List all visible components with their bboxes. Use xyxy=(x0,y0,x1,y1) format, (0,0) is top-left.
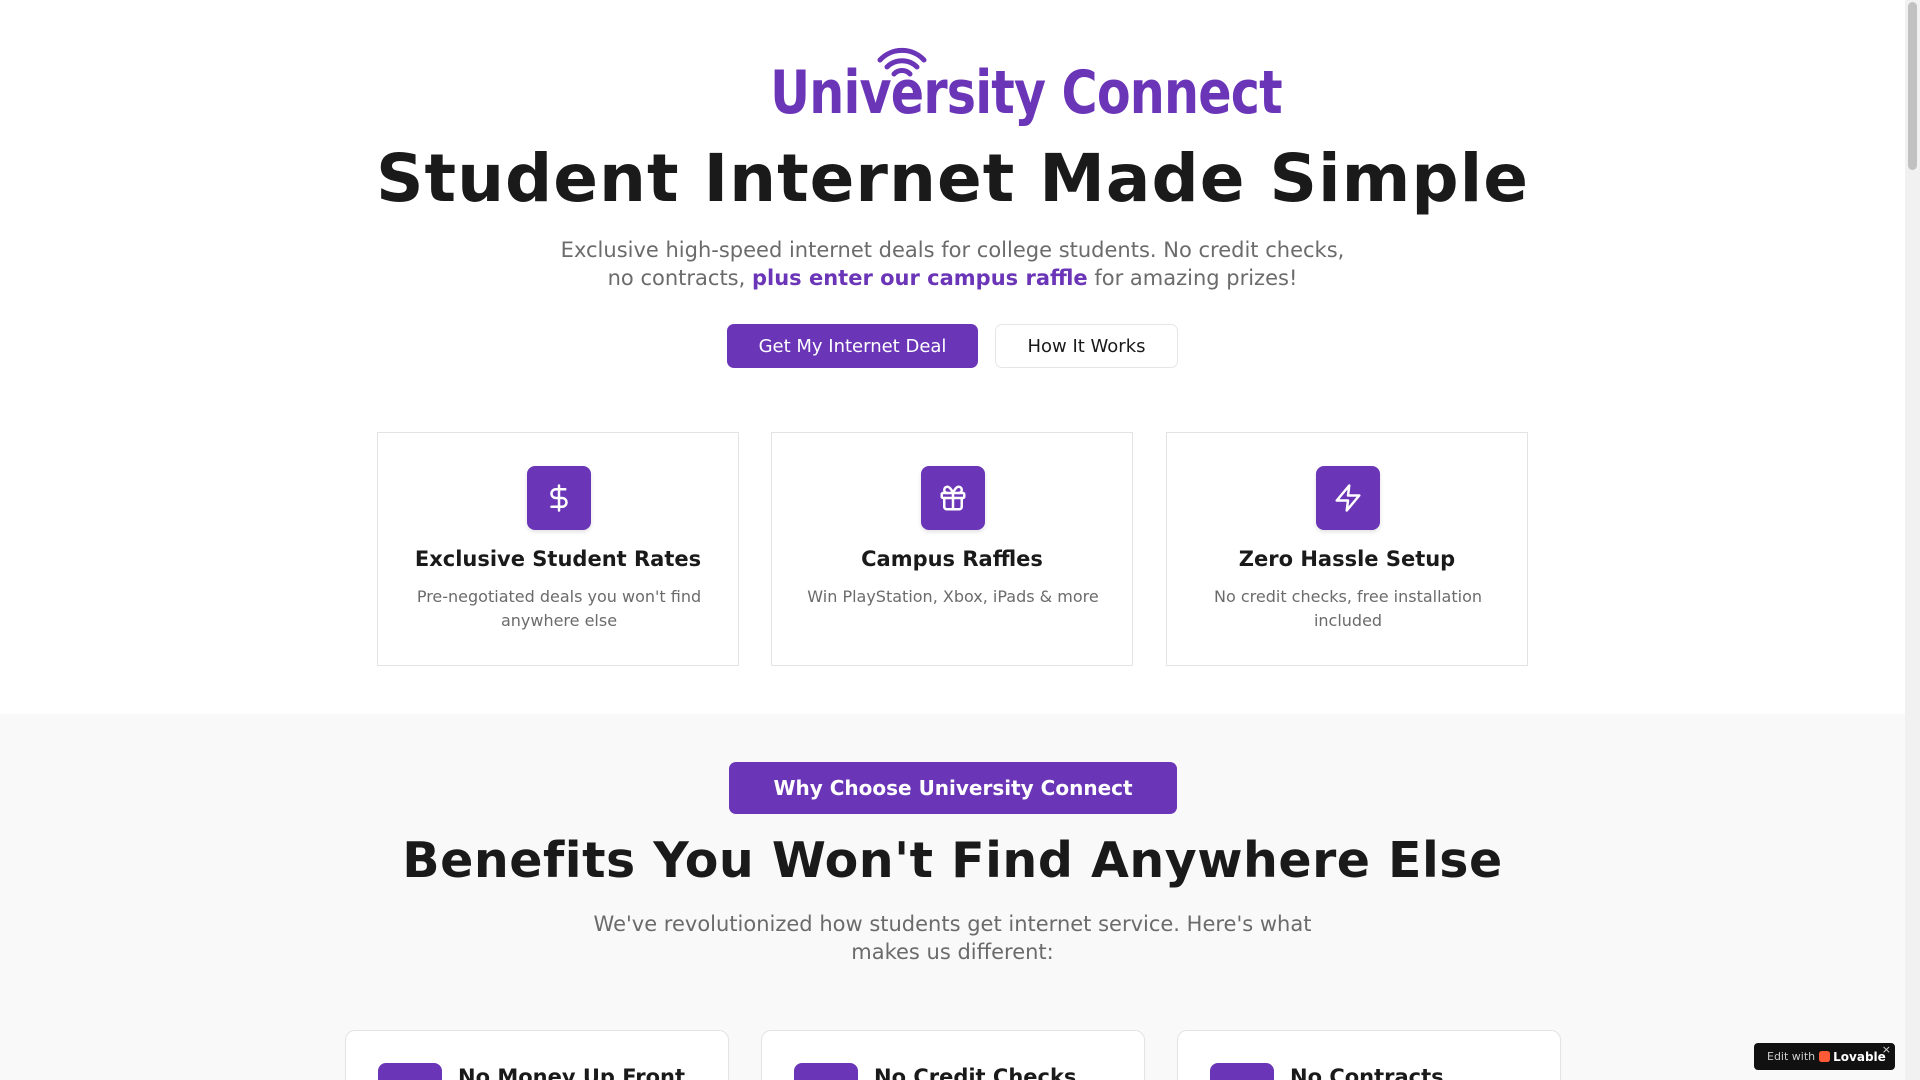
feature-card-campus-raffles: Campus Raffles Win PlayStation, Xbox, iP… xyxy=(771,432,1133,666)
benefit-icon xyxy=(794,1063,858,1080)
benefits-title: Benefits You Won't Find Anywhere Else xyxy=(402,832,1503,889)
edit-with-lovable-badge[interactable]: Edit with Lovable × xyxy=(1754,1043,1895,1070)
logo-text: University Connect xyxy=(770,58,1282,128)
benefits-subtitle: We've revolutionized how students get in… xyxy=(593,912,1312,964)
dollar-icon xyxy=(527,466,591,530)
scrollbar[interactable] xyxy=(1905,0,1920,1080)
hero-title: Student Internet Made Simple xyxy=(375,140,1530,217)
benefits-section: Why Choose University Connect Benefits Y… xyxy=(0,714,1905,1080)
gift-icon xyxy=(921,466,985,530)
hero-subtitle-highlight: plus enter our campus raffle xyxy=(751,266,1088,290)
feature-desc: Win PlayStation, Xbox, iPads & more xyxy=(807,587,1099,606)
benefit-icon xyxy=(1210,1063,1274,1080)
hero-subtitle-part2: for amazing prizes! xyxy=(1087,266,1298,290)
scrollbar-thumb[interactable] xyxy=(1908,2,1917,170)
why-choose-badge: Why Choose University Connect xyxy=(729,762,1177,814)
lovable-heart-icon xyxy=(1819,1051,1831,1062)
benefit-title: No Credit Checks xyxy=(874,1065,1077,1080)
benefit-card-no-credit-checks: No Credit Checks xyxy=(761,1030,1145,1080)
feature-title: Exclusive Student Rates xyxy=(414,547,702,571)
feature-card-zero-hassle: Zero Hassle Setup No credit checks, free… xyxy=(1166,432,1528,666)
hero-subtitle: Exclusive high-speed internet deals for … xyxy=(560,236,1345,292)
benefit-title: No Money Up Front xyxy=(458,1065,686,1080)
benefit-icon xyxy=(378,1063,442,1080)
edit-label: Edit with xyxy=(1767,1050,1816,1063)
get-internet-deal-button[interactable]: Get My Internet Deal xyxy=(727,324,978,368)
benefit-card-no-money-up-front: No Money Up Front xyxy=(345,1030,729,1080)
feature-title: Zero Hassle Setup xyxy=(1238,547,1456,571)
lightning-icon xyxy=(1316,466,1380,530)
feature-desc: Pre-negotiated deals you won't find anyw… xyxy=(416,587,702,630)
close-icon[interactable]: × xyxy=(1882,1043,1891,1056)
benefit-title: No Contracts xyxy=(1290,1065,1444,1080)
logo[interactable]: University Connect xyxy=(730,44,1283,132)
how-it-works-button[interactable]: How It Works xyxy=(995,324,1178,368)
page: University Connect Student Internet Made… xyxy=(0,0,1905,1080)
benefit-card-no-contracts: No Contracts xyxy=(1177,1030,1561,1080)
feature-card-student-rates: Exclusive Student Rates Pre-negotiated d… xyxy=(377,432,739,666)
lovable-brand: Lovable xyxy=(1833,1049,1886,1064)
hero-section: University Connect Student Internet Made… xyxy=(0,0,1905,714)
feature-title: Campus Raffles xyxy=(861,547,1043,571)
feature-desc: No credit checks, free installation incl… xyxy=(1214,587,1482,630)
